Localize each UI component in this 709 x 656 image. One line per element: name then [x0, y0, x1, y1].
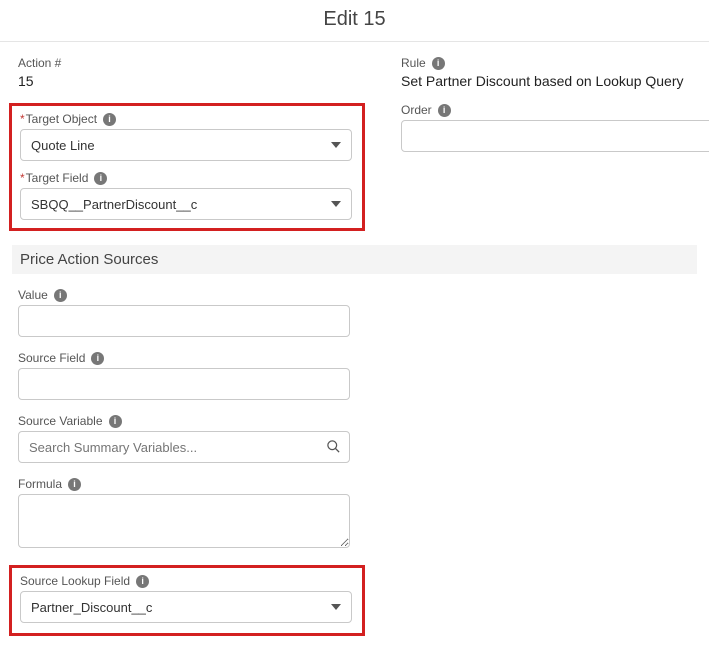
- value-label: Value: [18, 288, 48, 302]
- order-label: Order: [401, 103, 432, 117]
- source-variable-lookup[interactable]: [18, 431, 350, 463]
- rule-value: Set Partner Discount based on Lookup Que…: [401, 73, 709, 89]
- source-lookup-field-dropdown[interactable]: Partner_Discount__c: [20, 591, 352, 623]
- info-icon[interactable]: i: [68, 478, 81, 491]
- info-icon[interactable]: i: [438, 104, 451, 117]
- source-lookup-field-value: Partner_Discount__c: [31, 600, 152, 615]
- search-icon: [326, 439, 341, 454]
- info-icon[interactable]: i: [103, 113, 116, 126]
- rule-label: Rule: [401, 56, 426, 70]
- chevron-down-icon: [331, 142, 341, 148]
- order-input[interactable]: [401, 120, 709, 152]
- info-icon[interactable]: i: [136, 575, 149, 588]
- source-lookup-field-label: Source Lookup Field: [20, 574, 130, 588]
- info-icon[interactable]: i: [432, 57, 445, 70]
- source-field-input[interactable]: [18, 368, 350, 400]
- value-input[interactable]: [18, 305, 350, 337]
- source-field-label: Source Field: [18, 351, 85, 365]
- target-object-value: Quote Line: [31, 138, 95, 153]
- source-variable-label: Source Variable: [18, 414, 103, 428]
- info-icon[interactable]: i: [54, 289, 67, 302]
- target-field-label: Target Field: [26, 171, 89, 185]
- action-number-block: Action # 15: [18, 56, 373, 89]
- formula-label: Formula: [18, 477, 62, 491]
- chevron-down-icon: [331, 604, 341, 610]
- info-icon[interactable]: i: [94, 172, 107, 185]
- page-title: Edit 15: [0, 0, 709, 42]
- section-price-action-sources: Price Action Sources: [12, 245, 697, 274]
- action-number-label: Action #: [18, 56, 61, 70]
- chevron-down-icon: [331, 201, 341, 207]
- info-icon[interactable]: i: [91, 352, 104, 365]
- target-field-dropdown[interactable]: SBQQ__PartnerDiscount__c: [20, 188, 352, 220]
- action-number-value: 15: [18, 73, 373, 89]
- source-lookup-highlight-box: Source Lookup Field i Partner_Discount__…: [9, 565, 365, 636]
- required-asterisk: *: [20, 171, 25, 185]
- info-icon[interactable]: i: [109, 415, 122, 428]
- target-object-label: Target Object: [26, 112, 97, 126]
- target-object-dropdown[interactable]: Quote Line: [20, 129, 352, 161]
- target-field-value: SBQQ__PartnerDiscount__c: [31, 197, 197, 212]
- formula-textarea[interactable]: [18, 494, 350, 548]
- target-highlight-box: *Target Object i Quote Line *Target Fiel…: [9, 103, 365, 231]
- required-asterisk: *: [20, 112, 25, 126]
